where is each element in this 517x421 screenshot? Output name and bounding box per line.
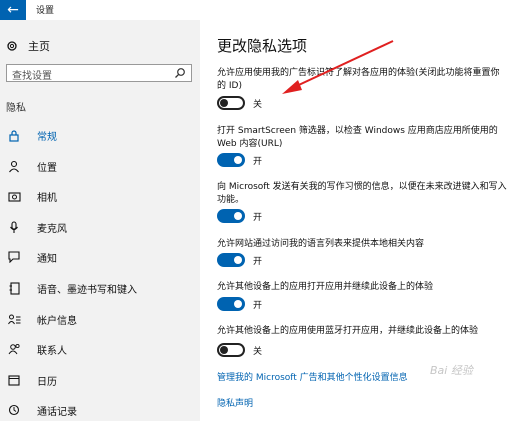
search-placeholder: 查找设置 xyxy=(12,71,52,82)
toggle-state-label: 关 xyxy=(253,347,263,357)
history-icon xyxy=(7,403,21,417)
watermark-logo: Bai 经验 xyxy=(430,364,473,377)
toggle-knob xyxy=(220,99,228,107)
option-bluetooth-devices-text: 允许其他设备上的应用使用蓝牙打开应用，并继续此设备上的体验 xyxy=(217,326,479,336)
toggle-state-label: 开 xyxy=(253,157,263,167)
person-location-icon xyxy=(7,159,21,173)
sidebar-item-camera[interactable]: 相机 xyxy=(0,186,200,206)
toggle-bluetooth-devices[interactable] xyxy=(217,343,245,357)
option-smartscreen-text: 打开 SmartScreen 筛选器，以检查 Windows 应用商店应用所使用… xyxy=(217,126,498,149)
sidebar-item-label: 麦克风 xyxy=(37,223,67,235)
option-other-devices-text: 允许其他设备上的应用打开应用并继续此设备上的体验 xyxy=(217,282,434,292)
sidebar-item-label: 日历 xyxy=(37,376,57,388)
toggle-knob xyxy=(234,156,242,164)
sidebar-item-label: 通知 xyxy=(37,253,57,265)
sidebar-item-label: 通话记录 xyxy=(37,406,77,418)
privacy-statement-link[interactable]: 隐私声明 xyxy=(217,396,253,409)
toggle-other-devices[interactable] xyxy=(217,297,245,311)
sidebar-item-calendar[interactable]: 日历 xyxy=(0,370,200,390)
option-language-list-text: 允许网站通过访问我的语言列表来提供本地相关内容 xyxy=(217,239,425,249)
manage-ad-settings-link[interactable]: 管理我的 Microsoft 广告和其他个性化设置信息 xyxy=(217,370,408,383)
calendar-icon xyxy=(7,373,21,387)
toggle-state-label: 开 xyxy=(253,257,263,267)
section-label-privacy: 隐私 xyxy=(6,103,26,114)
toggle-smartscreen[interactable] xyxy=(217,153,245,167)
sidebar-item-label: 语音、墨迹书写和键入 xyxy=(37,284,137,296)
sidebar-item-label: 位置 xyxy=(37,162,57,174)
toggle-state-label: 开 xyxy=(253,301,263,311)
sidebar-item-contacts[interactable]: 联系人 xyxy=(0,339,200,359)
sidebar: 主页 查找设置 隐私 常规 位置 相机 麦克风 通知 语音、墨迹书写和键入 帐户… xyxy=(0,20,200,421)
sidebar-item-general[interactable]: 常规 xyxy=(0,125,200,145)
toggle-writing-info[interactable] xyxy=(217,209,245,223)
option-writing-info-text: 向 Microsoft 发送有关我的写作习惯的信息，以便在未来改进键入和写入功能… xyxy=(217,182,507,205)
sidebar-item-call-history[interactable]: 通话记录 xyxy=(0,400,200,420)
camera-icon xyxy=(7,189,21,203)
sidebar-item-notifications[interactable]: 通知 xyxy=(0,247,200,267)
sidebar-item-label: 常规 xyxy=(37,131,57,143)
account-info-icon xyxy=(7,312,21,326)
gear-icon xyxy=(7,41,17,51)
sidebar-item-label: 联系人 xyxy=(37,345,67,357)
microphone-icon xyxy=(7,220,21,234)
home-label: 主页 xyxy=(28,40,50,53)
home-nav-item[interactable]: 主页 xyxy=(6,38,50,54)
search-icon[interactable] xyxy=(174,67,186,79)
search-input[interactable]: 查找设置 xyxy=(6,64,192,82)
notebook-icon xyxy=(7,281,21,295)
people-icon xyxy=(7,342,21,356)
toggle-advertising-id[interactable] xyxy=(217,96,245,110)
sidebar-item-account-info[interactable]: 帐户信息 xyxy=(0,309,200,329)
toggle-state-label: 关 xyxy=(253,100,263,110)
lock-icon xyxy=(7,128,21,142)
toggle-knob xyxy=(234,256,242,264)
back-arrow-icon: ← xyxy=(7,2,19,18)
window-title: 设置 xyxy=(36,6,55,16)
toggle-knob xyxy=(234,300,242,308)
sidebar-item-microphone[interactable]: 麦克风 xyxy=(0,217,200,237)
sidebar-item-location[interactable]: 位置 xyxy=(0,156,200,176)
sidebar-item-label: 帐户信息 xyxy=(37,315,77,327)
toggle-state-label: 开 xyxy=(253,213,263,223)
sidebar-item-label: 相机 xyxy=(37,192,57,204)
toggle-language-list[interactable] xyxy=(217,253,245,267)
toggle-knob xyxy=(234,212,242,220)
back-button[interactable]: ← xyxy=(0,0,26,20)
toggle-knob xyxy=(220,346,228,354)
title-bar: ← 设置 xyxy=(0,0,517,20)
sidebar-item-speech-inking[interactable]: 语音、墨迹书写和键入 xyxy=(0,278,200,298)
chat-bubble-icon xyxy=(7,250,21,264)
annotation-arrow xyxy=(282,40,394,94)
